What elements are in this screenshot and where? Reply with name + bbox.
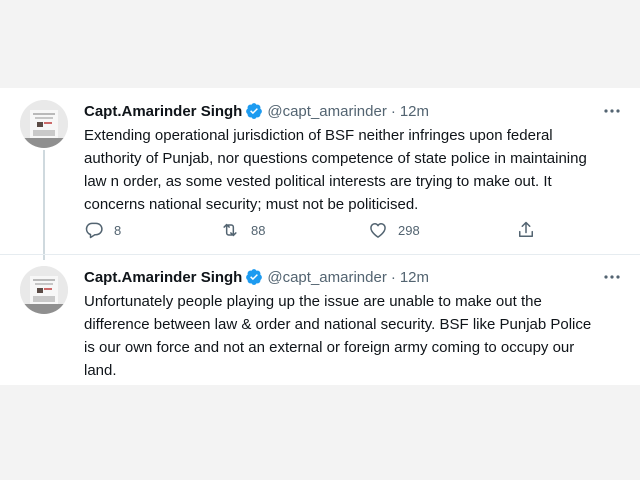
tweet-text: Unfortunately people playing up the issu… — [84, 293, 592, 379]
reply-icon — [85, 222, 103, 239]
tweet-text: Extending operational jurisdiction of BS… — [84, 127, 587, 213]
reply-count: 8 — [114, 222, 122, 238]
separator-dot: · — [390, 102, 396, 120]
share-button[interactable] — [516, 220, 546, 240]
tweet-timestamp[interactable]: 12m — [400, 103, 429, 120]
tweet-1[interactable]: Capt.Amarinder Singh @capt_amarinder · 1… — [0, 88, 640, 254]
tweet-actions: 8 88 298 — [84, 220, 544, 242]
like-button[interactable]: 298 — [368, 220, 420, 240]
author-name[interactable]: Capt.Amarinder Singh — [84, 269, 242, 286]
reply-button[interactable]: 8 — [84, 220, 121, 240]
separator-dot: · — [390, 268, 396, 286]
more-options-icon[interactable] — [602, 102, 622, 120]
verified-badge-icon — [245, 102, 263, 120]
share-icon — [519, 221, 533, 237]
tweet-timestamp[interactable]: 12m — [400, 269, 429, 286]
tweet-2[interactable]: Capt.Amarinder Singh @capt_amarinder · 1… — [0, 254, 640, 385]
avatar[interactable] — [20, 100, 68, 148]
author-handle[interactable]: @capt_amarinder — [267, 103, 386, 120]
author-name[interactable]: Capt.Amarinder Singh — [84, 103, 242, 120]
tweet-header: Capt.Amarinder Singh @capt_amarinder · 1… — [84, 266, 429, 288]
like-count: 298 — [398, 222, 420, 238]
verified-badge-icon — [245, 268, 263, 286]
more-options-icon[interactable] — [602, 268, 622, 286]
retweet-icon — [223, 223, 237, 237]
retweet-count: 88 — [251, 222, 266, 238]
tweet-thread-card: Capt.Amarinder Singh @capt_amarinder · 1… — [0, 88, 640, 385]
author-handle[interactable]: @capt_amarinder — [267, 269, 386, 286]
tweet-header: Capt.Amarinder Singh @capt_amarinder · 1… — [84, 100, 429, 122]
retweet-button[interactable]: 88 — [219, 220, 265, 240]
avatar[interactable] — [20, 266, 68, 314]
like-icon — [370, 223, 386, 238]
